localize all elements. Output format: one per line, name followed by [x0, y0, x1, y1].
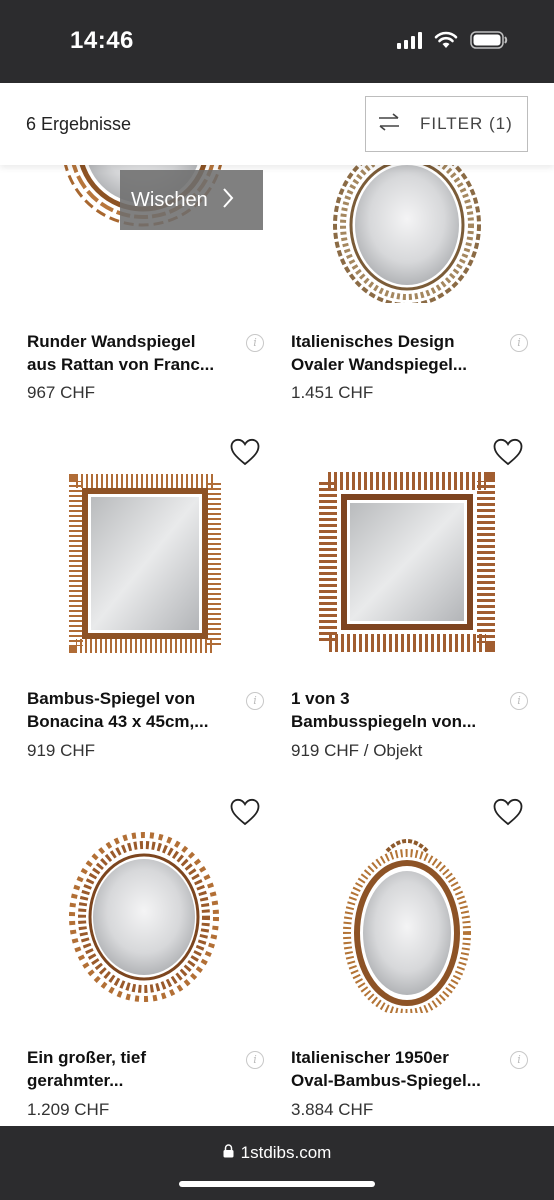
product-price: 919 CHF	[27, 741, 96, 760]
info-icon[interactable]: i	[246, 1051, 264, 1069]
title-line: Italienischer 1950er	[291, 1048, 449, 1067]
filter-label: FILTER (1)	[420, 114, 513, 133]
info-icon[interactable]: i	[510, 1051, 528, 1069]
wifi-icon	[434, 31, 458, 49]
title-line: Italienisches Design	[291, 332, 455, 351]
title-line: Oval-Bambus-Spiegel...	[291, 1071, 481, 1090]
heart-outline-icon[interactable]	[230, 798, 260, 826]
chevron-right-icon	[222, 187, 234, 214]
info-icon[interactable]: i	[510, 692, 528, 710]
title-line: 1 von 3	[291, 689, 350, 708]
product-grid: Runder Wandspiegel aus Rattan von Franc.…	[0, 83, 554, 1126]
title-line: Bambusspiegeln von...	[291, 712, 477, 731]
title-line: Ovaler Wandspiegel...	[291, 355, 468, 374]
title-line: Bonacina 43 x 45cm,...	[27, 712, 209, 731]
url-display[interactable]: 1stdibs.com	[0, 1143, 554, 1163]
battery-icon	[470, 31, 508, 49]
heart-outline-icon[interactable]	[493, 438, 523, 466]
swipe-hint[interactable]: Wischen	[120, 170, 263, 230]
title-line: aus Rattan von Franc...	[27, 355, 215, 374]
product-image[interactable]	[0, 433, 250, 653]
signal-icon	[397, 31, 422, 49]
product-title[interactable]: Runder Wandspiegel aus Rattan von Franc.…	[27, 330, 237, 376]
product-title[interactable]: Italienisches Design Ovaler Wandspiegel.…	[291, 330, 501, 376]
product-price: 3.884 CHF	[291, 1100, 374, 1119]
product-image[interactable]	[264, 793, 514, 1017]
status-time: 14:46	[70, 27, 134, 54]
lock-icon	[223, 1143, 234, 1163]
product-title[interactable]: 1 von 3 Bambusspiegeln von...	[291, 687, 501, 733]
home-indicator[interactable]	[179, 1181, 375, 1187]
title-line: Bambus-Spiegel von	[27, 689, 196, 708]
swipe-hint-label: Wischen	[131, 188, 208, 211]
product-price: 967 CHF	[27, 383, 96, 402]
product-title[interactable]: Bambus-Spiegel von Bonacina 43 x 45cm,..…	[27, 687, 237, 733]
product-title[interactable]: Italienischer 1950er Oval-Bambus-Spiegel…	[291, 1046, 501, 1092]
heart-outline-icon[interactable]	[230, 438, 260, 466]
info-icon[interactable]: i	[510, 334, 528, 352]
filter-button[interactable]: FILTER (1)	[365, 96, 528, 152]
sliders-icon	[378, 112, 400, 136]
product-price: 919 CHF / Objekt	[291, 741, 423, 760]
info-icon[interactable]: i	[246, 692, 264, 710]
title-line: gerahmter...	[27, 1071, 124, 1090]
product-title[interactable]: Ein großer, tief gerahmter...	[27, 1046, 237, 1092]
title-line: Ein großer, tief	[27, 1048, 147, 1067]
url-text: 1stdibs.com	[240, 1143, 332, 1162]
status-bar: 14:46	[0, 0, 554, 83]
heart-outline-icon[interactable]	[493, 798, 523, 826]
product-image[interactable]	[0, 793, 250, 1013]
status-icons	[397, 31, 508, 49]
product-price: 1.451 CHF	[291, 383, 374, 402]
product-image[interactable]	[264, 433, 514, 653]
results-count: 6 Ergebnisse	[26, 114, 132, 134]
product-price: 1.209 CHF	[27, 1100, 110, 1119]
results-header: 6 Ergebnisse FILTER (1)	[0, 83, 554, 165]
title-line: Runder Wandspiegel	[27, 332, 196, 351]
browser-url-bar[interactable]: 1stdibs.com	[0, 1126, 554, 1200]
info-icon[interactable]: i	[246, 334, 264, 352]
